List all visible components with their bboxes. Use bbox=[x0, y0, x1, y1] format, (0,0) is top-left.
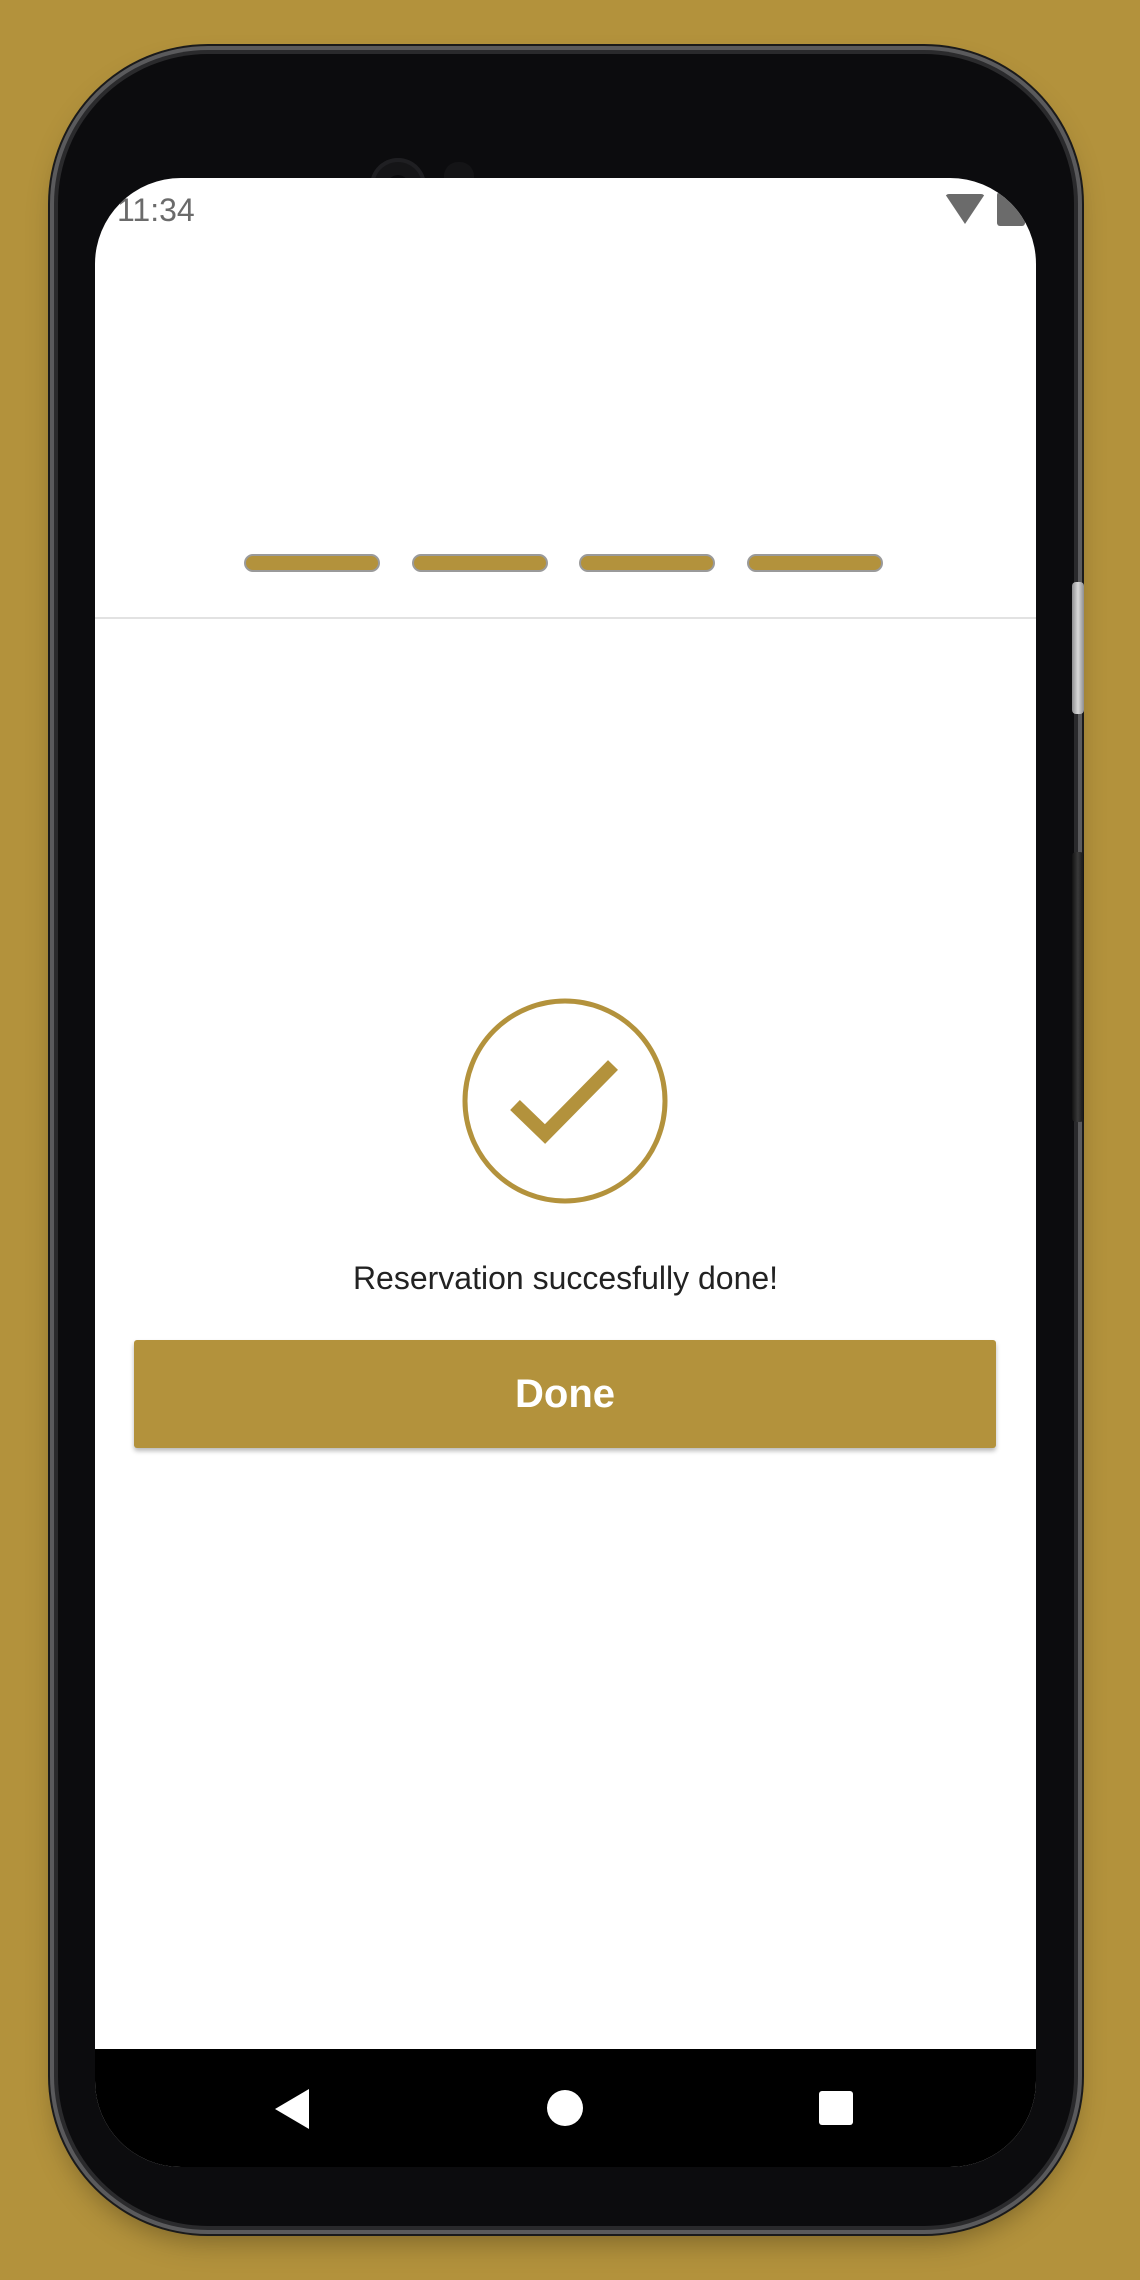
step-indicator-3 bbox=[579, 554, 715, 572]
back-icon[interactable] bbox=[275, 2089, 309, 2129]
step-indicator-1 bbox=[244, 554, 380, 572]
power-button bbox=[1072, 582, 1084, 714]
check-circle-icon bbox=[462, 998, 668, 1204]
home-icon[interactable] bbox=[547, 2090, 583, 2126]
status-bar: 11:34 bbox=[95, 178, 1036, 240]
done-button[interactable]: Done bbox=[134, 1340, 996, 1448]
volume-button bbox=[1072, 852, 1084, 1122]
progress-stepper bbox=[95, 240, 1036, 619]
status-time: 11:34 bbox=[117, 192, 195, 228]
recents-icon[interactable] bbox=[819, 2091, 853, 2125]
navigation-bar bbox=[95, 2049, 1036, 2167]
confirmation-message: Reservation succesfully done! bbox=[352, 1260, 779, 1296]
wifi-icon bbox=[945, 194, 985, 224]
battery-icon bbox=[997, 192, 1025, 226]
step-indicator-2 bbox=[412, 554, 548, 572]
app-screen: 11:34 Reservation succesfully done! Done bbox=[95, 178, 1036, 2167]
step-indicator-4 bbox=[747, 554, 883, 572]
